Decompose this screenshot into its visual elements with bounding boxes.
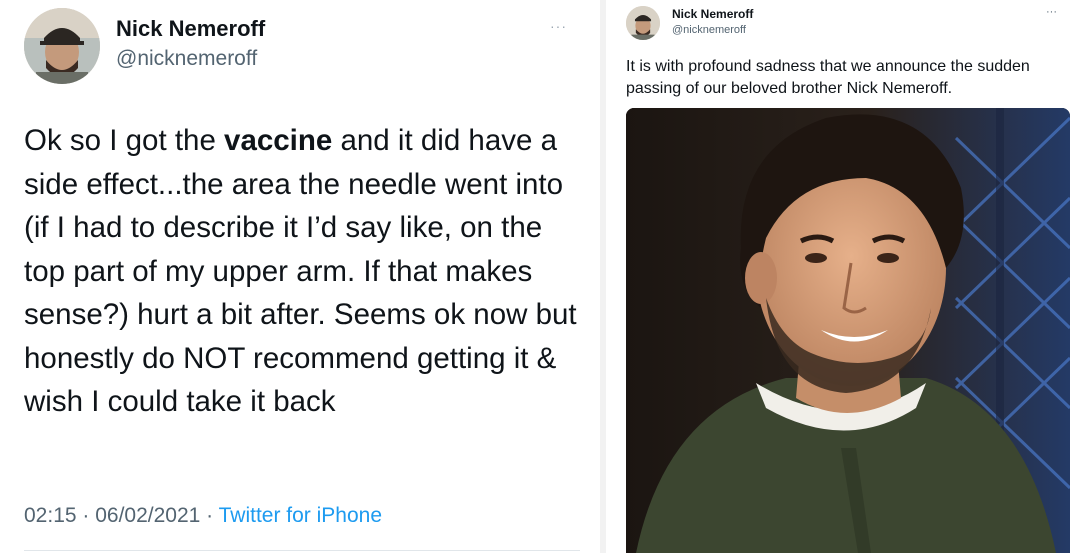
divider: [24, 550, 580, 551]
tweet-metadata: 02:15 · 06/02/2021 · Twitter for iPhone: [24, 504, 382, 528]
author-handle[interactable]: @nicknemeroff: [672, 24, 746, 36]
more-options-icon[interactable]: ···: [1046, 6, 1057, 18]
tweet-text: It is with profound sadness that we anno…: [626, 58, 1030, 97]
more-options-icon[interactable]: ···: [550, 18, 567, 34]
portrait-image: [626, 108, 1070, 553]
right-tweet-card: Nick Nemeroff @nicknemeroff ··· It is wi…: [606, 0, 1070, 553]
tweet-text: Ok so I got the vaccine and it did have …: [24, 119, 584, 424]
author-handle[interactable]: @nicknemeroff: [116, 47, 257, 71]
tweet-source-link[interactable]: Twitter for iPhone: [219, 504, 382, 527]
tweet-photo[interactable]: [626, 108, 1070, 553]
author-name[interactable]: Nick Nemeroff: [116, 16, 265, 42]
avatar[interactable]: [626, 6, 660, 40]
tweet-text-part: and it did have a side effect...the area…: [24, 124, 577, 418]
tweet-text-part: Ok so I got the: [24, 124, 225, 157]
author-name[interactable]: Nick Nemeroff: [672, 7, 753, 21]
avatar-photo: [626, 6, 660, 40]
avatar-photo: [24, 8, 100, 84]
avatar[interactable]: [24, 8, 100, 84]
tweet-timestamp[interactable]: 02:15 · 06/02/2021 ·: [24, 504, 219, 527]
left-tweet-card: Nick Nemeroff @nicknemeroff ··· Ok so I …: [0, 0, 600, 553]
tweet-text-bold: vaccine: [224, 124, 333, 157]
